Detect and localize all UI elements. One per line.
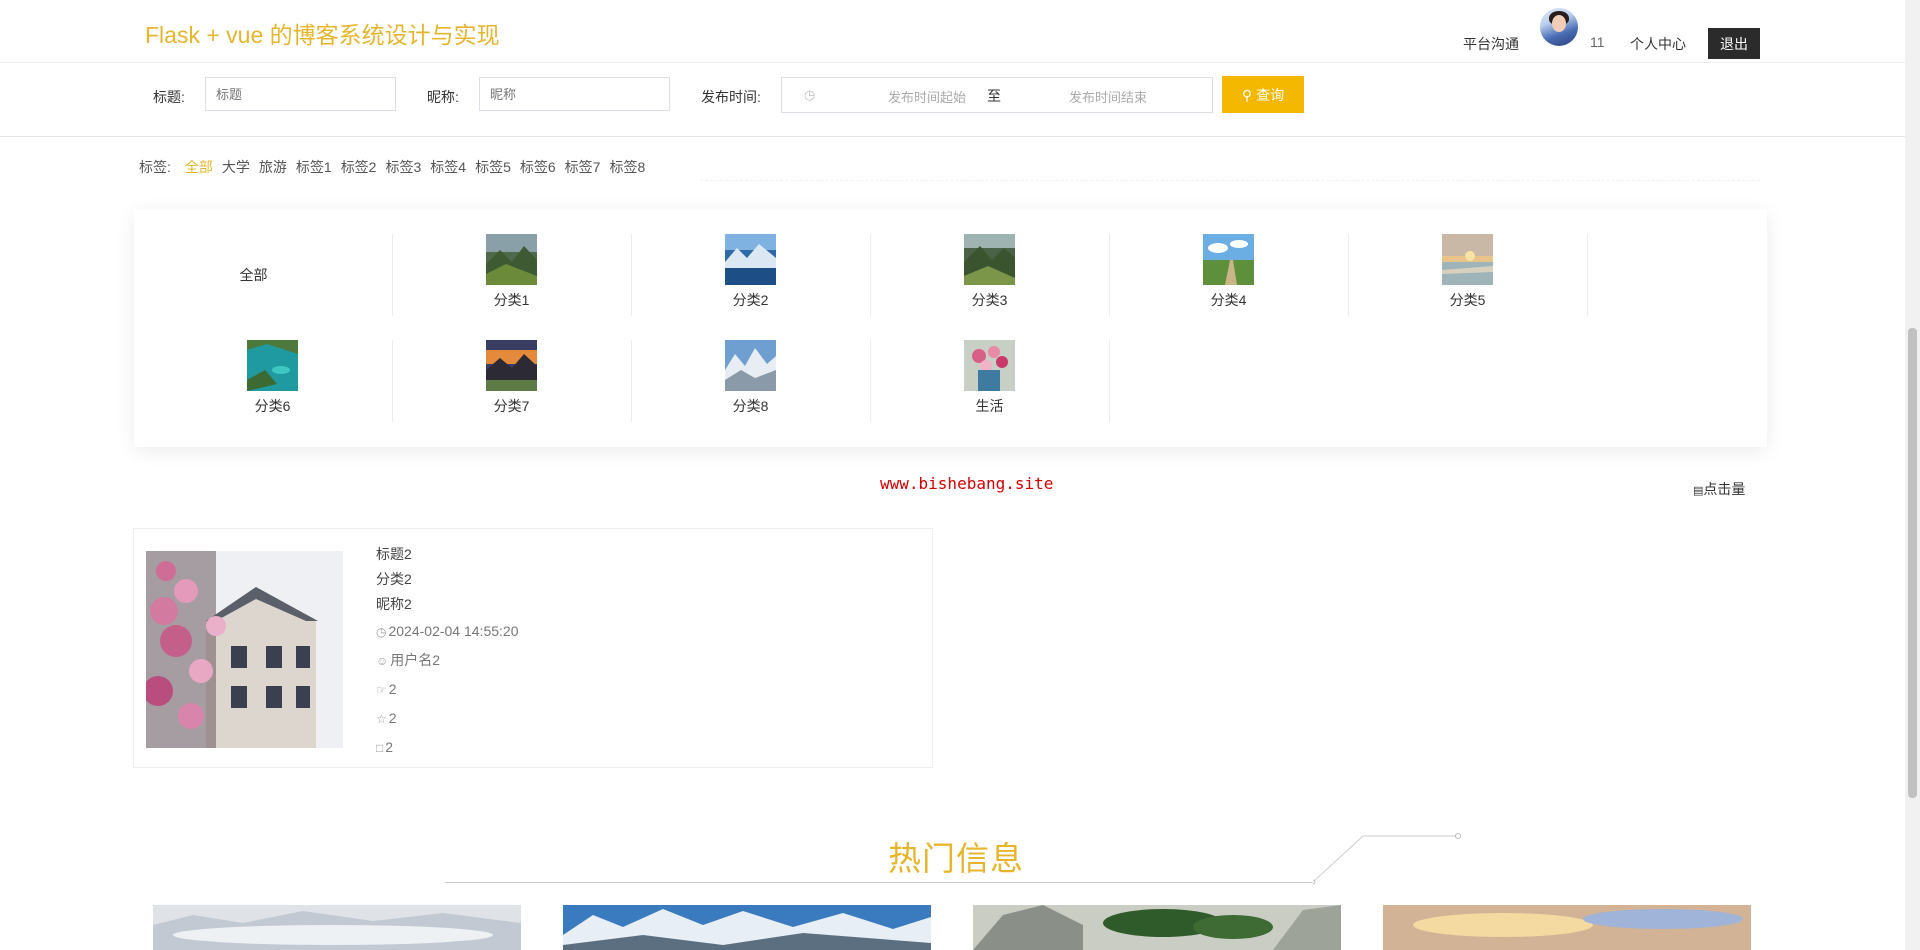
divider bbox=[445, 882, 1313, 883]
divider bbox=[1587, 234, 1588, 316]
category-label: 分类5 bbox=[1449, 292, 1486, 308]
category-label: 分类8 bbox=[732, 398, 769, 414]
date-end-input[interactable]: 发布时间结束 bbox=[1038, 87, 1178, 106]
post-category: 分类2 bbox=[376, 571, 412, 587]
category-thumbnail bbox=[725, 340, 776, 391]
tag-all[interactable]: 全部 bbox=[185, 159, 213, 175]
hot-item-image[interactable] bbox=[973, 905, 1341, 950]
tag-2[interactable]: 标签2 bbox=[341, 159, 377, 175]
category-item[interactable]: 分类5 bbox=[1348, 234, 1587, 316]
post-comments: 2 bbox=[385, 739, 394, 755]
tag-7[interactable]: 标签7 bbox=[565, 159, 601, 175]
hot-section-title: 热门信息 bbox=[888, 840, 1024, 877]
date-start-input[interactable]: 发布时间起始 bbox=[862, 87, 992, 106]
category-thumbnail bbox=[486, 234, 537, 285]
category-label: 分类7 bbox=[493, 398, 530, 414]
tag-3[interactable]: 标签3 bbox=[385, 159, 421, 175]
category-label: 全部 bbox=[239, 267, 268, 283]
site-title[interactable]: Flask + vue 的博客系统设计与实现 bbox=[145, 16, 500, 50]
hot-item-image[interactable] bbox=[563, 905, 931, 950]
tag-1[interactable]: 标签1 bbox=[296, 159, 332, 175]
category-thumbnail bbox=[1442, 234, 1493, 285]
divider bbox=[1109, 340, 1110, 422]
category-item[interactable]: 分类4 bbox=[1109, 234, 1348, 316]
title-label: 标题: bbox=[153, 89, 185, 105]
category-label: 分类1 bbox=[493, 292, 530, 308]
nickname-search-input[interactable] bbox=[479, 77, 670, 111]
category-thumbnail bbox=[486, 340, 537, 391]
category-panel: 全部 分类1 分类2 分类3 分类4 分类5 分类6 分类7 分类8 生活 bbox=[134, 209, 1767, 447]
title-search-input[interactable] bbox=[205, 77, 396, 111]
comment-icon: □ bbox=[376, 741, 384, 755]
tag-filter-label: 标签: bbox=[139, 159, 171, 175]
category-item[interactable]: 生活 bbox=[870, 340, 1109, 422]
category-item[interactable]: 分类8 bbox=[631, 340, 870, 422]
category-thumbnail bbox=[964, 340, 1015, 391]
nav-chat-link[interactable]: 平台沟通 bbox=[1463, 34, 1519, 54]
logout-button[interactable]: 退出 bbox=[1708, 28, 1760, 59]
category-label: 分类3 bbox=[971, 292, 1008, 308]
tag-university[interactable]: 大学 bbox=[222, 159, 250, 175]
user-icon: ☺ bbox=[376, 654, 389, 668]
tag-travel[interactable]: 旅游 bbox=[259, 159, 287, 175]
sort-by-clicks[interactable]: ▤点击量 bbox=[1693, 479, 1745, 499]
post-likes: 2 bbox=[388, 681, 397, 697]
search-button[interactable]: ⚲ 查询 bbox=[1222, 76, 1304, 113]
top-navbar: Flask + vue 的博客系统设计与实现 平台沟通 11 个人中心 退出 bbox=[0, 0, 1905, 63]
search-icon: ⚲ bbox=[1241, 86, 1253, 103]
tag-6[interactable]: 标签6 bbox=[520, 159, 556, 175]
category-label: 分类4 bbox=[1210, 292, 1247, 308]
tag-5[interactable]: 标签5 bbox=[475, 159, 511, 175]
post-meta: 标题2 分类2 昵称2 ◷ 2024-02-04 14:55:20 ☺ 用户名2 ☞… bbox=[376, 542, 518, 762]
clock-icon: ◷ bbox=[804, 87, 816, 102]
category-item[interactable]: 分类1 bbox=[392, 234, 631, 316]
watermark-text: www.bishebang.site bbox=[880, 474, 1054, 493]
post-nickname: 昵称2 bbox=[376, 596, 412, 612]
category-all[interactable]: 全部 bbox=[134, 234, 373, 316]
category-label: 生活 bbox=[975, 398, 1004, 414]
search-bar: 标题: 昵称: 发布时间: ◷ 发布时间起始 至 发布时间结束 ⚲查询 bbox=[0, 63, 1905, 137]
divider bbox=[700, 180, 1760, 183]
decorative-line bbox=[1313, 833, 1461, 885]
tag-8[interactable]: 标签8 bbox=[609, 159, 645, 175]
category-thumbnail bbox=[725, 234, 776, 285]
post-publish-time: 2024-02-04 14:55:20 bbox=[388, 623, 519, 639]
category-label: 分类6 bbox=[254, 398, 291, 414]
category-item[interactable]: 分类6 bbox=[153, 340, 392, 422]
nickname-label: 昵称: bbox=[427, 89, 459, 105]
nav-profile-link[interactable]: 个人中心 bbox=[1630, 34, 1686, 54]
category-item[interactable]: 分类7 bbox=[392, 340, 631, 422]
post-cover-image bbox=[146, 551, 343, 748]
thumbs-up-icon: ☞ bbox=[376, 683, 387, 697]
page-scrollbar[interactable] bbox=[1905, 0, 1920, 950]
publish-time-label: 发布时间: bbox=[701, 89, 761, 105]
publish-date-range-picker[interactable]: ◷ 发布时间起始 至 发布时间结束 bbox=[781, 77, 1213, 113]
post-card[interactable]: 标题2 分类2 昵称2 ◷ 2024-02-04 14:55:20 ☺ 用户名2 ☞… bbox=[133, 528, 933, 768]
bar-chart-icon: ▤ bbox=[1693, 485, 1704, 497]
category-thumbnail bbox=[1203, 234, 1254, 285]
sort-label: 点击量 bbox=[1703, 481, 1746, 497]
category-label: 分类2 bbox=[732, 292, 769, 308]
tag-4[interactable]: 标签4 bbox=[430, 159, 466, 175]
hot-item-image[interactable] bbox=[1383, 905, 1751, 950]
search-button-label: 查询 bbox=[1256, 86, 1285, 103]
avatar[interactable] bbox=[1540, 8, 1578, 46]
hot-item-image[interactable] bbox=[153, 905, 521, 950]
tag-filter: 标签: 全部 大学 旅游 标签1 标签2 标签3 标签4 标签5 标签6 标签7 标签8 bbox=[139, 157, 654, 177]
post-favorites: 2 bbox=[388, 710, 397, 726]
category-item[interactable]: 分类2 bbox=[631, 234, 870, 316]
scrollbar-thumb[interactable] bbox=[1908, 328, 1917, 798]
category-item[interactable]: 分类3 bbox=[870, 234, 1109, 316]
star-icon: ☆ bbox=[376, 712, 387, 726]
clock-icon: ◷ bbox=[376, 625, 387, 639]
message-count[interactable]: 11 bbox=[1590, 34, 1605, 50]
category-thumbnail bbox=[247, 340, 298, 391]
category-thumbnail bbox=[964, 234, 1015, 285]
post-title[interactable]: 标题2 bbox=[376, 542, 518, 567]
post-username: 用户名2 bbox=[390, 652, 441, 668]
date-range-separator: 至 bbox=[987, 88, 1001, 104]
